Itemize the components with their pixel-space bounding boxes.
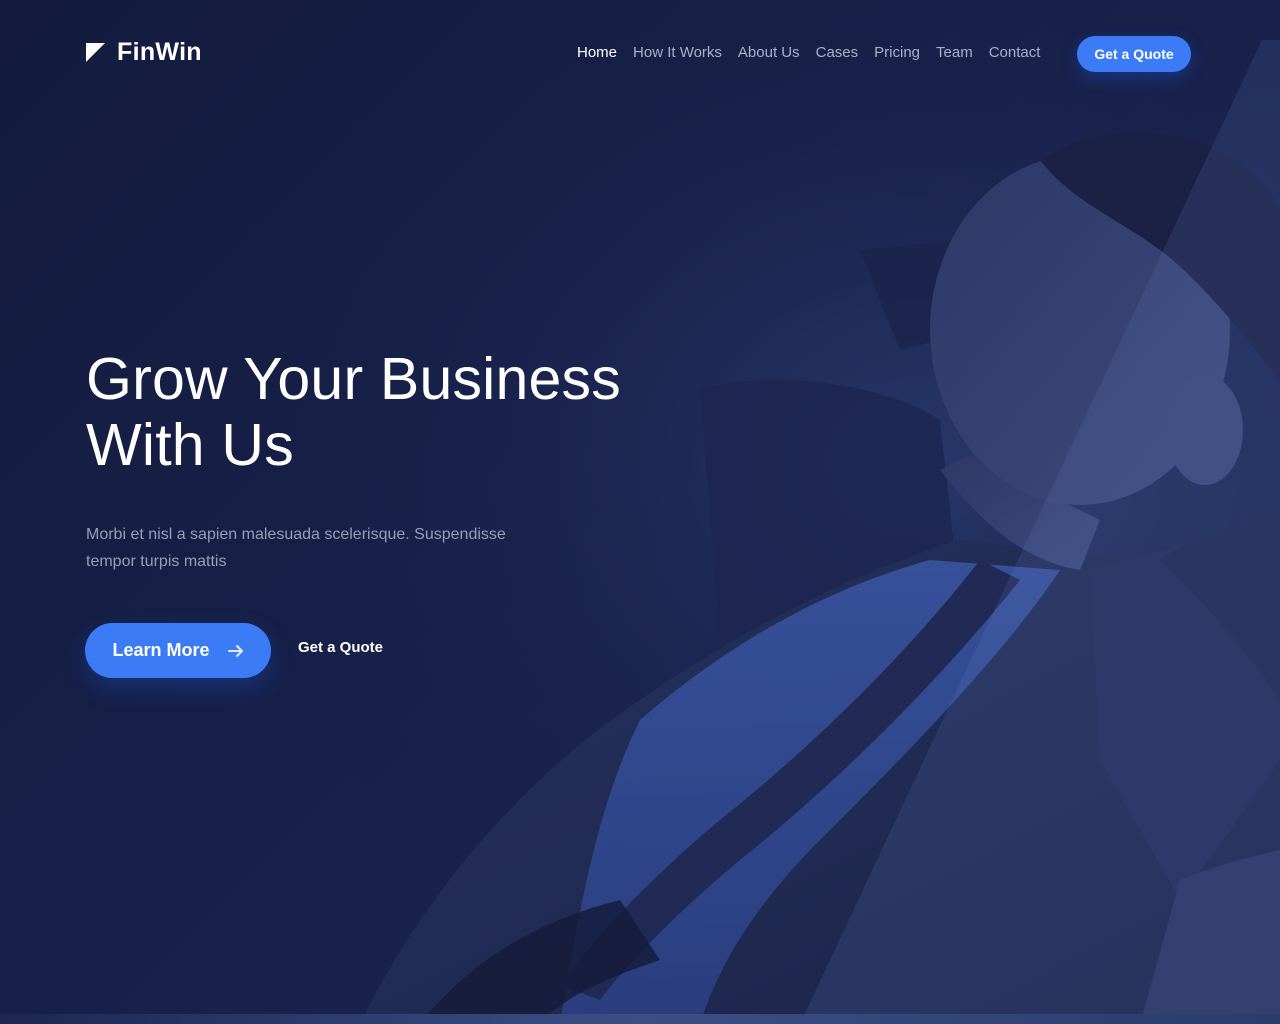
nav-item-cases[interactable]: Cases xyxy=(816,44,859,61)
learn-more-label: Learn More xyxy=(112,640,210,660)
diagonal-light-overlay xyxy=(0,0,1280,1024)
site-header: FinWin Home How It Works About Us Cases … xyxy=(0,0,1280,108)
nav-item-contact[interactable]: Contact xyxy=(989,44,1041,61)
main-nav: Home How It Works About Us Cases Pricing… xyxy=(577,44,1040,61)
arrow-right-icon xyxy=(227,644,243,657)
nav-item-how-it-works[interactable]: How It Works xyxy=(633,44,722,61)
hero-get-quote-link[interactable]: Get a Quote xyxy=(298,639,383,656)
header-get-quote-button[interactable]: Get a Quote xyxy=(1077,36,1191,72)
hero-title-line-2: With Us xyxy=(86,412,294,478)
nav-item-home[interactable]: Home xyxy=(577,44,617,61)
hero-title: Grow Your Business With Us xyxy=(86,346,706,478)
nav-item-pricing[interactable]: Pricing xyxy=(874,44,920,61)
hero-title-line-1: Grow Your Business xyxy=(86,346,621,412)
nav-item-about-us[interactable]: About Us xyxy=(738,44,800,61)
hero-subtitle: Morbi et nisl a sapien malesuada sceleri… xyxy=(86,526,506,570)
hero-section: FinWin Home How It Works About Us Cases … xyxy=(0,0,1280,1024)
triangle-logo-icon xyxy=(86,43,105,62)
brand-name: FinWin xyxy=(117,38,202,66)
bottom-image-strip xyxy=(0,1014,1280,1024)
learn-more-button[interactable]: Learn More xyxy=(85,623,271,678)
nav-item-team[interactable]: Team xyxy=(936,44,973,61)
brand-logo[interactable]: FinWin xyxy=(86,38,202,67)
